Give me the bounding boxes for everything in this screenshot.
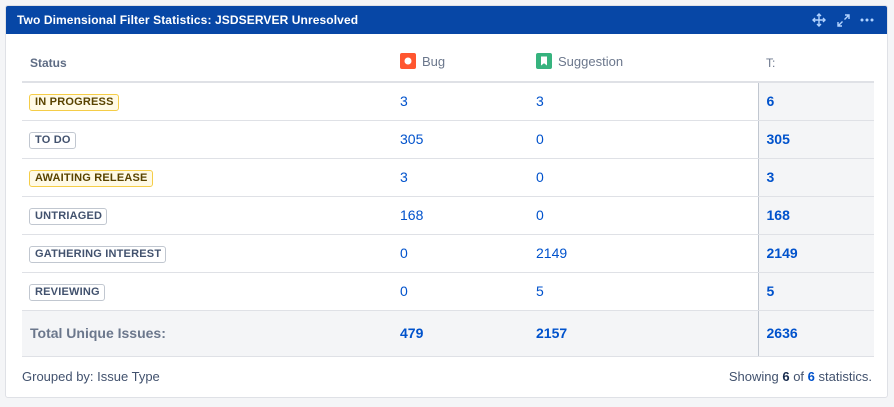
filter-statistics-gadget: Two Dimensional Filter Statistics: JSDSE…: [5, 5, 888, 398]
gadget-actions: [811, 12, 875, 28]
bug-total-link[interactable]: 479: [400, 325, 423, 341]
statistics-table: Status Bug Suggestion T: IN PROGRESS 3 3…: [22, 44, 874, 357]
row-total-link[interactable]: 2149: [767, 245, 798, 261]
suggestion-count-link[interactable]: 0: [536, 131, 544, 147]
status-column-header: Status: [22, 44, 400, 83]
bug-column-header: Bug: [400, 44, 536, 83]
statistics-suffix: statistics.: [818, 369, 872, 384]
bug-column-label: Bug: [422, 53, 446, 69]
status-lozenge: TO DO: [29, 131, 76, 149]
totals-row: Total Unique Issues: 479 2157 2636: [22, 310, 874, 357]
bug-count-link[interactable]: 3: [400, 169, 408, 185]
gadget-title: Two Dimensional Filter Statistics: JSDSE…: [17, 13, 359, 27]
of-text: of: [793, 369, 805, 384]
table-row: IN PROGRESS 3 3 6: [22, 82, 874, 121]
bug-count-link[interactable]: 0: [400, 283, 408, 299]
suggestion-type-icon: [536, 53, 552, 69]
shown-count: 6: [782, 369, 790, 384]
maximize-icon[interactable]: [835, 12, 851, 28]
gadget-header: Two Dimensional Filter Statistics: JSDSE…: [6, 6, 887, 34]
bug-count-link[interactable]: 168: [400, 207, 423, 223]
table-row: GATHERING INTEREST 0 2149 2149: [22, 234, 874, 273]
status-lozenge: GATHERING INTEREST: [29, 245, 167, 263]
totals-label: Total Unique Issues:: [22, 310, 400, 357]
table-row: TO DO 305 0 305: [22, 120, 874, 159]
status-lozenge: REVIEWING: [29, 283, 105, 301]
row-total-link[interactable]: 5: [767, 283, 775, 299]
gadget-body: Status Bug Suggestion T: IN PROGRESS 3 3…: [6, 34, 887, 357]
total-statistics-link[interactable]: 6: [808, 369, 815, 384]
suggestion-column-label: Suggestion: [558, 53, 624, 69]
suggestion-count-link[interactable]: 0: [536, 207, 544, 223]
bug-type-icon: [400, 53, 416, 69]
bug-count-link[interactable]: 305: [400, 131, 423, 147]
showing-prefix: Showing: [728, 369, 779, 384]
showing-count-text: Showing 6 of 6 statistics.: [729, 369, 872, 384]
row-total-link[interactable]: 6: [767, 93, 775, 109]
suggestion-count-link[interactable]: 5: [536, 283, 544, 299]
row-total-link[interactable]: 305: [767, 131, 790, 147]
total-column-header: T:: [758, 44, 874, 83]
bug-count-link[interactable]: 0: [400, 245, 408, 261]
suggestion-column-header: Suggestion: [536, 44, 758, 83]
status-lozenge: AWAITING RELEASE: [29, 169, 153, 187]
table-row: REVIEWING 0 5 5: [22, 272, 874, 311]
more-icon[interactable]: [859, 12, 875, 28]
row-total-link[interactable]: 168: [767, 207, 790, 223]
move-icon[interactable]: [811, 12, 827, 28]
table-header-row: Status Bug Suggestion T:: [22, 44, 874, 83]
table-row: UNTRIAGED 168 0 168: [22, 196, 874, 235]
row-total-link[interactable]: 3: [767, 169, 775, 185]
status-lozenge: IN PROGRESS: [29, 93, 119, 111]
suggestion-count-link[interactable]: 3: [536, 93, 544, 109]
table-row: AWAITING RELEASE 3 0 3: [22, 158, 874, 197]
grand-total-link[interactable]: 2636: [767, 325, 798, 341]
suggestion-count-link[interactable]: 2149: [536, 245, 567, 261]
status-lozenge: UNTRIAGED: [29, 207, 108, 225]
suggestion-count-link[interactable]: 0: [536, 169, 544, 185]
suggestion-total-link[interactable]: 2157: [536, 325, 567, 341]
bug-count-link[interactable]: 3: [400, 93, 408, 109]
grouped-by-text: Grouped by: Issue Type: [22, 369, 160, 384]
gadget-footer: Grouped by: Issue Type Showing 6 of 6 st…: [22, 369, 872, 384]
